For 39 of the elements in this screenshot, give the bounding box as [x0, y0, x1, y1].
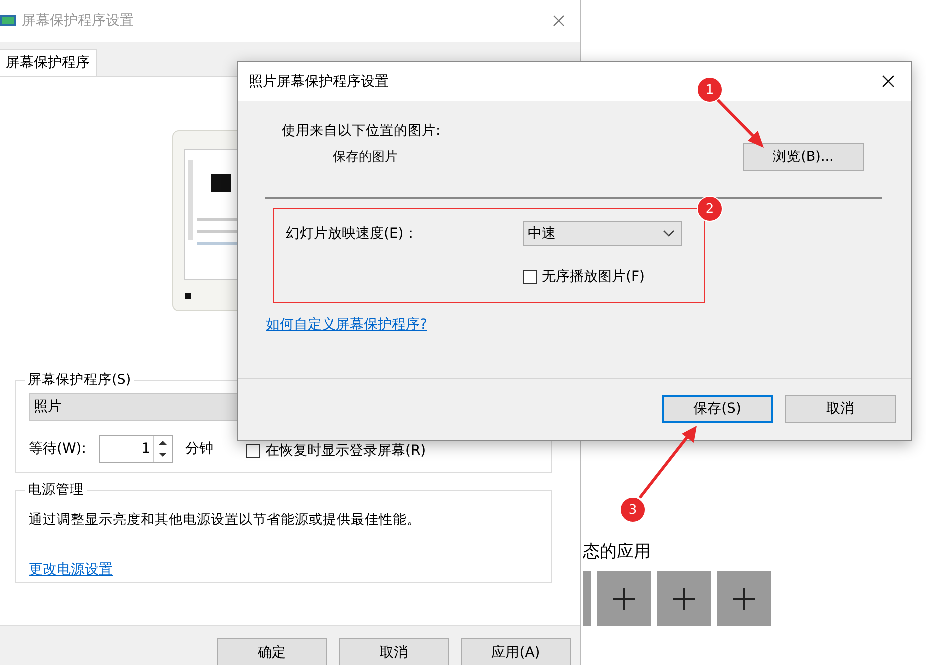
dialog-button[interactable]: 取消 — [339, 638, 449, 665]
add-app-tile[interactable] — [657, 571, 711, 626]
checkbox[interactable] — [523, 270, 537, 284]
plus-icon — [733, 588, 755, 610]
add-app-tile[interactable] — [717, 571, 771, 626]
annotation-arrow — [714, 96, 764, 148]
checkbox-label: 无序播放图片(F) — [542, 268, 645, 286]
close-icon[interactable] — [882, 75, 895, 88]
group-label: 电源管理 — [27, 481, 85, 499]
source-folder: 保存的图片 — [333, 149, 398, 166]
unit-label: 分钟 — [185, 440, 214, 458]
plus-icon — [613, 588, 635, 610]
dialog-button[interactable]: 应用(A) — [461, 638, 571, 665]
add-app-tile[interactable] — [597, 571, 651, 626]
add-app-tile[interactable] — [583, 571, 591, 626]
checkbox[interactable] — [246, 444, 260, 458]
dialog-title: 照片屏幕保护程序设置 — [249, 72, 389, 90]
checkbox-label: 在恢复时显示登录屏幕(R) — [265, 442, 426, 460]
monitor-icon — [0, 13, 16, 29]
step-badge: 3 — [620, 497, 646, 523]
dialog-button[interactable]: 保存(S) — [662, 395, 773, 423]
power-settings-link[interactable]: 更改电源设置 — [29, 561, 113, 579]
tab[interactable]: 屏幕保护程序 — [0, 49, 97, 76]
speed-label: 幻灯片放映速度(E)： — [286, 224, 419, 242]
dialog-button[interactable]: 取消 — [785, 395, 896, 423]
window-title: 屏幕保护程序设置 — [22, 12, 134, 30]
speed-dropdown[interactable]: 中速 — [523, 221, 682, 246]
wait-label: 等待(W): — [29, 440, 86, 458]
power-description: 通过调整显示亮度和其他电源设置以节省能源或提供最佳性能。 — [29, 511, 422, 529]
group-label: 屏幕保护程序(S) — [27, 371, 132, 389]
plus-icon — [673, 588, 695, 610]
source-label: 使用来自以下位置的图片: — [282, 122, 442, 140]
section-heading: 态的应用 — [583, 541, 652, 563]
dialog-button[interactable]: 确定 — [217, 638, 327, 665]
wait-spinbox[interactable]: 1 — [99, 435, 174, 463]
screensaver-dropdown[interactable]: 照片 — [29, 393, 237, 421]
browse-button[interactable]: 浏览(B)... — [743, 143, 864, 171]
chevron-icon — [663, 230, 675, 238]
help-link[interactable]: 如何自定义屏幕保护程序? — [266, 316, 428, 334]
